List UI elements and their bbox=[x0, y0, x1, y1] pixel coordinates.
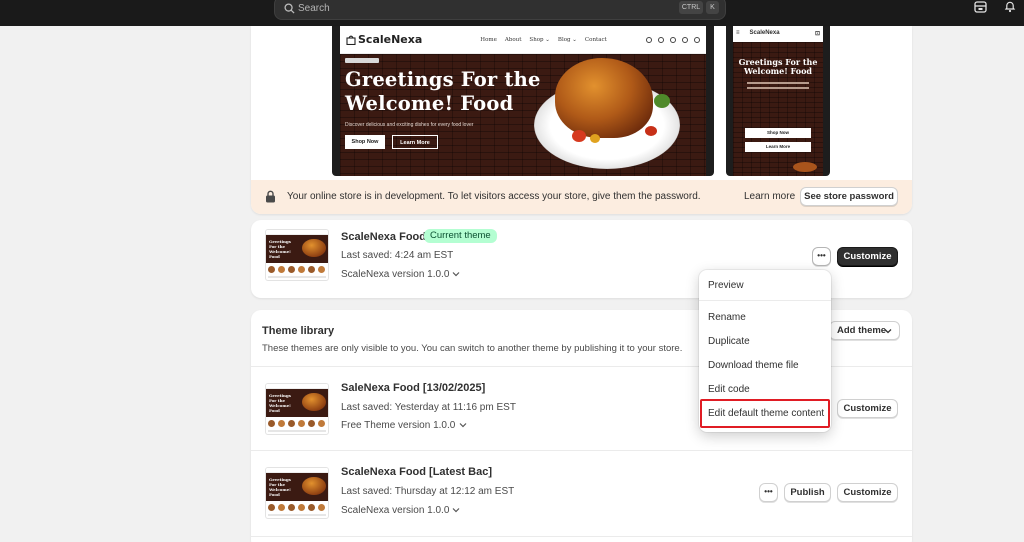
preview-menu-item: About bbox=[504, 36, 522, 43]
publish-button[interactable]: Publish bbox=[784, 483, 831, 502]
lock-icon bbox=[266, 190, 275, 203]
mobile-learn-more-button: Learn More bbox=[745, 142, 811, 152]
kbd-k: K bbox=[706, 1, 719, 14]
add-theme-button[interactable]: Add theme bbox=[829, 321, 900, 340]
search-bar[interactable]: Search CTRL K bbox=[274, 0, 726, 20]
hero-subtitle: Discover delicious and exciting dishes f… bbox=[345, 122, 474, 128]
menu-item-rename[interactable]: Rename bbox=[708, 312, 746, 323]
mobile-hero-title-line: Welcome! Food bbox=[743, 66, 813, 76]
preview-menu-item: Shop ⌄ bbox=[529, 36, 550, 43]
cart-icon bbox=[682, 36, 688, 43]
preview-menu: Home About Shop ⌄ Blog ⌄ Contact bbox=[480, 37, 606, 43]
preview-hero: Greetings For the Welcome! Food Discover… bbox=[340, 54, 706, 176]
dev-store-banner: Your online store is in development. To … bbox=[251, 180, 912, 214]
mobile-shop-now-button: Shop Now bbox=[745, 128, 811, 138]
theme-name: ScaleNexa Food [Latest Bac] bbox=[341, 466, 492, 478]
mobile-preview[interactable]: ≡ ScaleNexa ⊡ Greetings For the Welcome!… bbox=[726, 26, 830, 176]
more-actions-button[interactable]: ••• bbox=[812, 247, 831, 266]
theme-version[interactable]: ScaleNexa version 1.0.0 bbox=[341, 505, 449, 516]
menu-item-duplicate[interactable]: Duplicate bbox=[708, 336, 750, 347]
user-icon bbox=[694, 36, 700, 43]
preview-nav: ScaleNexa Home About Shop ⌄ Blog ⌄ Conta… bbox=[340, 26, 706, 54]
theme-version[interactable]: Free Theme version 1.0.0 bbox=[341, 420, 455, 431]
tomato-image bbox=[645, 126, 657, 136]
preview-logo: ScaleNexa bbox=[358, 33, 423, 46]
see-store-password-button[interactable]: See store password bbox=[800, 187, 898, 206]
theme-thumbnail[interactable]: Greetings For the Welcome! Food bbox=[265, 229, 329, 281]
divider bbox=[251, 536, 912, 537]
mobile-logo: ScaleNexa bbox=[749, 30, 780, 36]
chevron-down-icon[interactable] bbox=[459, 422, 467, 428]
hero-title: Greetings For the Welcome! Food bbox=[345, 68, 541, 116]
menu-divider bbox=[699, 300, 831, 301]
learn-more-button: Learn More bbox=[392, 135, 438, 149]
bell-icon[interactable] bbox=[1004, 1, 1016, 13]
last-saved: Last saved: Yesterday at 11:16 pm EST bbox=[341, 402, 516, 413]
theme-thumbnail[interactable]: Greetings For the Welcome! Food bbox=[265, 383, 329, 435]
last-saved: Last saved: 4:24 am EST bbox=[341, 250, 454, 261]
mobile-hero-sub bbox=[747, 82, 809, 84]
shop-now-button: Shop Now bbox=[345, 135, 385, 149]
mobile-hero-title: Greetings For the Welcome! Food bbox=[733, 58, 823, 76]
hero-title-line: Greetings For the bbox=[345, 68, 541, 91]
search-placeholder: Search bbox=[298, 3, 330, 14]
menu-item-edit-code[interactable]: Edit code bbox=[708, 384, 750, 395]
hero-tag bbox=[345, 58, 379, 63]
mobile-nav: ≡ ScaleNexa ⊡ bbox=[733, 26, 823, 40]
heart-icon bbox=[646, 36, 652, 43]
menu-item-preview[interactable]: Preview bbox=[708, 280, 744, 291]
theme-thumbnail[interactable]: Greetings For the Welcome! Food bbox=[265, 467, 329, 519]
compare-icon bbox=[658, 36, 664, 43]
chicken-image bbox=[793, 162, 817, 172]
theme-library-title: Theme library bbox=[262, 325, 335, 337]
banner-message: Your online store is in development. To … bbox=[287, 191, 701, 202]
learn-more-link[interactable]: Learn more bbox=[744, 191, 795, 202]
customize-button[interactable]: Customize bbox=[837, 247, 898, 266]
theme-name: SaleNexa Food [13/02/2025] bbox=[341, 382, 486, 394]
theme-library-description: These themes are only visible to you. Yo… bbox=[262, 343, 683, 354]
theme-version[interactable]: ScaleNexa version 1.0.0 bbox=[341, 269, 449, 280]
preview-menu-item: Blog ⌄ bbox=[557, 36, 577, 43]
cart-icon: ⊡ bbox=[814, 30, 820, 37]
herb-image bbox=[654, 94, 670, 108]
roast-chicken-image bbox=[555, 58, 653, 138]
more-actions-button[interactable]: ••• bbox=[759, 483, 778, 502]
highlight-box bbox=[700, 399, 830, 428]
theme-name: ScaleNexa Food bbox=[341, 231, 426, 243]
chevron-down-icon[interactable] bbox=[452, 507, 460, 513]
customize-button[interactable]: Customize bbox=[837, 483, 898, 502]
tomato-image bbox=[572, 130, 586, 142]
mobile-hero-sub bbox=[747, 87, 809, 89]
search-icon bbox=[670, 36, 676, 43]
add-theme-label: Add theme bbox=[837, 325, 887, 336]
chevron-down-icon[interactable] bbox=[452, 271, 460, 277]
current-theme-badge: Current theme bbox=[424, 229, 497, 243]
lemon-image bbox=[590, 134, 600, 143]
store-icon[interactable] bbox=[974, 1, 987, 13]
divider bbox=[251, 450, 912, 451]
top-bar: Search CTRL K bbox=[0, 0, 1024, 26]
desktop-preview[interactable]: ScaleNexa Home About Shop ⌄ Blog ⌄ Conta… bbox=[332, 26, 714, 176]
last-saved: Last saved: Thursday at 12:12 am EST bbox=[341, 486, 515, 497]
kbd-ctrl: CTRL bbox=[679, 1, 703, 14]
mobile-hero: Greetings For the Welcome! Food Shop Now… bbox=[733, 42, 823, 176]
search-icon bbox=[284, 3, 295, 14]
hero-title-line: Welcome! Food bbox=[345, 92, 514, 115]
customize-button[interactable]: Customize bbox=[837, 399, 898, 418]
chevron-down-icon bbox=[884, 329, 892, 334]
hamburger-icon: ≡ bbox=[736, 30, 740, 36]
preview-menu-item: Home bbox=[480, 36, 497, 43]
preview-menu-item: Contact bbox=[584, 36, 607, 43]
preview-nav-icons bbox=[646, 36, 700, 43]
menu-item-download[interactable]: Download theme file bbox=[708, 360, 799, 371]
bag-logo-icon bbox=[346, 35, 356, 45]
